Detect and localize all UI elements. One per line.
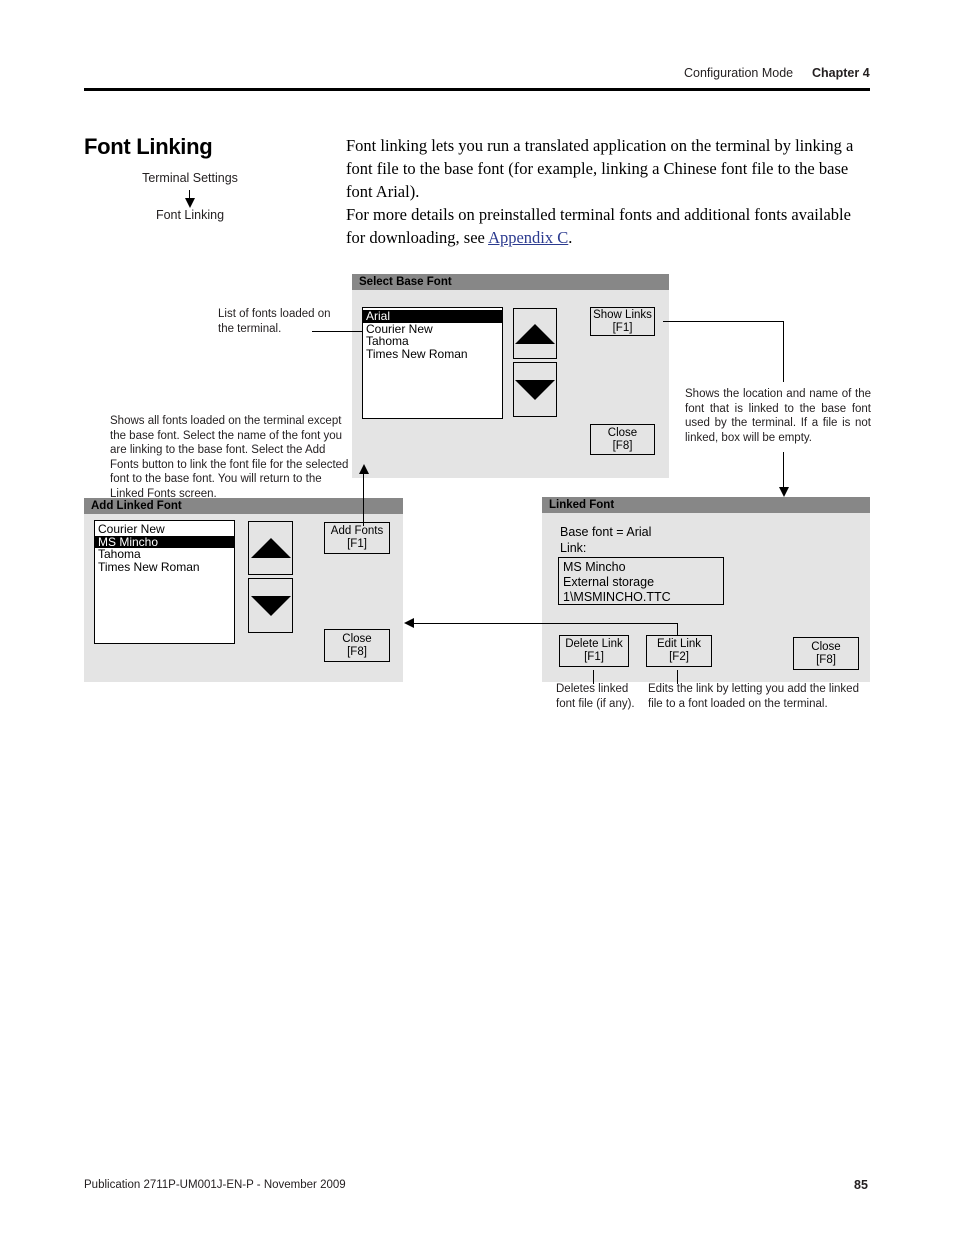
- annotation-delete-link: Deletes linked font file (if any).: [556, 683, 635, 710]
- scroll-up-button[interactable]: [248, 521, 293, 575]
- header-chapter-label: Chapter 4: [812, 66, 870, 80]
- close-button[interactable]: Close [F8]: [590, 424, 655, 455]
- add-fonts-button[interactable]: Add Fonts [F1]: [324, 522, 390, 554]
- annotation-edit-link: Edits the link by letting you add the li…: [648, 683, 859, 710]
- intro-paragraph-2: For more details on preinstalled termina…: [346, 203, 870, 249]
- link-label: Link:: [560, 541, 587, 555]
- triangle-up-icon: [250, 538, 291, 558]
- show-links-button-key: [F1]: [612, 321, 633, 334]
- scroll-down-button[interactable]: [513, 362, 557, 417]
- list-item[interactable]: Tahoma: [95, 548, 234, 561]
- footer-page-number: 85: [854, 1178, 868, 1192]
- breadcrumb-arrow-head-icon: [185, 198, 195, 208]
- annotation-show-links: Shows the location and name of the font …: [685, 388, 871, 444]
- show-links-button[interactable]: Show Links [F1]: [590, 307, 655, 336]
- intro-paragraph-1: Font linking lets you run a translated a…: [346, 136, 854, 201]
- linked-font-titlebar: Linked Font: [542, 497, 870, 513]
- delete-link-button-key: [F1]: [584, 651, 604, 663]
- select-base-font-dialog: Select Base Font Arial Courier New Tahom…: [352, 274, 669, 478]
- appendix-c-link[interactable]: Appendix C: [488, 228, 568, 247]
- scroll-down-button[interactable]: [248, 578, 293, 633]
- leader-line-show-links-vertical-upper: [783, 321, 784, 382]
- para2-trail-text: .: [568, 228, 573, 247]
- list-item[interactable]: Tahoma: [363, 335, 502, 348]
- add-linked-font-dialog: Add Linked Font Courier New MS Mincho Ta…: [84, 498, 403, 682]
- leader-line-edit-link-vertical: [677, 623, 678, 636]
- edit-link-button-label: Edit Link: [656, 638, 702, 650]
- triangle-down-icon: [515, 379, 555, 400]
- header-divider: [84, 88, 870, 91]
- add-fonts-button-label: Add Fonts: [330, 525, 384, 537]
- leader-arrow-add-linked-font-icon: [359, 464, 369, 474]
- select-base-font-listbox[interactable]: Arial Courier New Tahoma Times New Roman: [362, 307, 503, 419]
- leader-arrow-edit-link-icon: [404, 618, 414, 628]
- breadcrumb-parent: Terminal Settings: [142, 171, 238, 185]
- para2-lead-text: For more details on preinstalled termina…: [346, 205, 851, 247]
- add-linked-font-listbox[interactable]: Courier New MS Mincho Tahoma Times New R…: [94, 520, 235, 644]
- base-font-line: Base font = Arial: [560, 525, 652, 539]
- leader-line-show-links-vertical-lower: [783, 452, 784, 488]
- leader-arrow-show-links-icon: [779, 487, 789, 497]
- close-button-label: Close: [607, 426, 638, 439]
- triangle-up-icon: [515, 323, 555, 344]
- list-item[interactable]: Times New Roman: [363, 347, 502, 361]
- page-title: Font Linking: [84, 134, 213, 159]
- list-item[interactable]: Times New Roman: [95, 560, 234, 574]
- close-button[interactable]: Close [F8]: [793, 637, 859, 670]
- link-font-path: External storage 1\MSMINCHO.TTC: [563, 575, 671, 604]
- close-button-label: Close: [811, 640, 841, 653]
- leader-line-edit-link-horizontal: [414, 623, 678, 624]
- linked-font-dialog: Linked Font Base font = Arial Link: MS M…: [542, 497, 870, 682]
- triangle-down-icon: [250, 595, 291, 616]
- delete-link-button[interactable]: Delete Link [F1]: [559, 635, 629, 667]
- close-button[interactable]: Close [F8]: [324, 629, 390, 662]
- show-links-button-label: Show Links: [593, 308, 652, 321]
- header-mode-label: Configuration Mode: [684, 66, 794, 80]
- link-font-name: MS Mincho: [563, 560, 626, 574]
- edit-link-button[interactable]: Edit Link [F2]: [646, 635, 712, 667]
- select-base-font-titlebar: Select Base Font: [352, 274, 669, 290]
- edit-link-button-key: [F2]: [669, 651, 689, 663]
- document-page: Configuration Mode Chapter 4 Font Linkin…: [0, 0, 954, 1235]
- list-item[interactable]: Arial: [363, 310, 502, 323]
- leader-line-font-list: [312, 331, 362, 332]
- close-button-key: [F8]: [347, 645, 367, 658]
- list-item[interactable]: Courier New: [95, 523, 234, 536]
- linked-font-path-box: MS Mincho External storage 1\MSMINCHO.TT…: [558, 557, 724, 605]
- close-button-label: Close: [342, 632, 372, 645]
- close-button-key: [F8]: [612, 439, 633, 452]
- delete-link-button-label: Delete Link: [565, 638, 623, 650]
- leader-line-add-linked-font-stem: [363, 472, 364, 526]
- add-fonts-button-key: [F1]: [347, 538, 367, 550]
- footer-publication: Publication 2711P-UM001J-EN-P - November…: [84, 1179, 346, 1191]
- annotation-add-linked-font: Shows all fonts loaded on the terminal e…: [110, 415, 349, 500]
- leader-line-show-links-horizontal: [663, 321, 784, 322]
- breadcrumb-child: Font Linking: [155, 208, 225, 222]
- close-button-key: [F8]: [816, 653, 836, 666]
- scroll-up-button[interactable]: [513, 308, 557, 359]
